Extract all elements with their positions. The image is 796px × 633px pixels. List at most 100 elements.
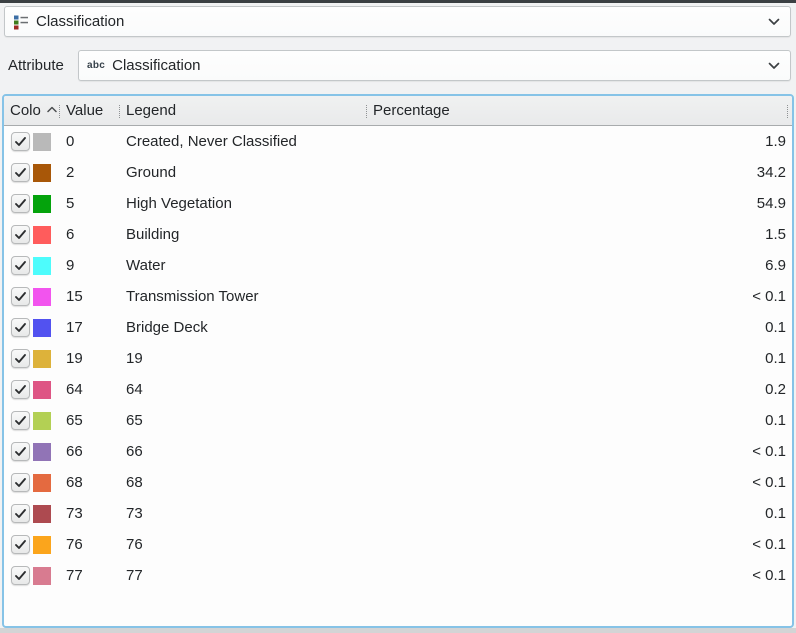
table-row[interactable]: 6 Building 1.5 <box>4 219 792 250</box>
checkmark-icon <box>14 136 27 147</box>
header-color[interactable]: Colo <box>10 96 41 125</box>
table-row[interactable]: 77 77 < 0.1 <box>4 560 792 591</box>
row-legend: Building <box>126 226 765 243</box>
row-legend: Bridge Deck <box>126 319 765 336</box>
row-percentage: < 0.1 <box>752 567 792 584</box>
header-value[interactable]: Value <box>66 96 103 125</box>
row-legend: 77 <box>126 567 752 584</box>
row-color-swatch[interactable] <box>33 288 51 306</box>
row-value: 76 <box>66 536 126 553</box>
table-row[interactable]: 0 Created, Never Classified 1.9 <box>4 126 792 157</box>
row-color-swatch[interactable] <box>33 567 51 585</box>
row-percentage: 0.2 <box>765 381 792 398</box>
row-color-swatch[interactable] <box>33 257 51 275</box>
row-visibility-checkbox[interactable] <box>11 566 30 585</box>
row-percentage: < 0.1 <box>752 474 792 491</box>
categorized-renderer-icon <box>13 14 29 30</box>
row-color-swatch[interactable] <box>33 350 51 368</box>
row-color-swatch[interactable] <box>33 381 51 399</box>
checkmark-icon <box>14 353 27 364</box>
checkmark-icon <box>14 446 27 457</box>
row-legend: 68 <box>126 474 752 491</box>
attribute-value: Classification <box>112 57 200 74</box>
table-row[interactable]: 65 65 0.1 <box>4 405 792 436</box>
panel-top-border <box>0 0 796 3</box>
row-legend: 73 <box>126 505 765 522</box>
row-visibility-checkbox[interactable] <box>11 473 30 492</box>
row-percentage: 0.1 <box>765 505 792 522</box>
header-separator <box>59 105 60 118</box>
row-percentage: 0.1 <box>765 412 792 429</box>
row-value: 9 <box>66 257 126 274</box>
row-legend: Transmission Tower <box>126 288 752 305</box>
row-color-swatch[interactable] <box>33 133 51 151</box>
row-legend: 64 <box>126 381 765 398</box>
row-value: 5 <box>66 195 126 212</box>
row-percentage: 34.2 <box>757 164 792 181</box>
row-color-swatch[interactable] <box>33 412 51 430</box>
row-visibility-checkbox[interactable] <box>11 504 30 523</box>
row-percentage: 0.1 <box>765 319 792 336</box>
table-row[interactable]: 5 High Vegetation 54.9 <box>4 188 792 219</box>
table-row[interactable]: 64 64 0.2 <box>4 374 792 405</box>
row-value: 17 <box>66 319 126 336</box>
attribute-dropdown[interactable]: abc Classification <box>78 50 791 81</box>
row-visibility-checkbox[interactable] <box>11 535 30 554</box>
row-visibility-checkbox[interactable] <box>11 194 30 213</box>
renderer-selector-dropdown[interactable]: Classification <box>4 6 791 37</box>
row-visibility-checkbox[interactable] <box>11 411 30 430</box>
checkmark-icon <box>14 229 27 240</box>
table-row[interactable]: 17 Bridge Deck 0.1 <box>4 312 792 343</box>
row-visibility-checkbox[interactable] <box>11 225 30 244</box>
row-visibility-checkbox[interactable] <box>11 349 30 368</box>
table-header: Colo Value Legend Percentage <box>4 96 792 126</box>
table-row[interactable]: 9 Water 6.9 <box>4 250 792 281</box>
row-value: 68 <box>66 474 126 491</box>
row-legend: Created, Never Classified <box>126 133 765 150</box>
table-row[interactable]: 76 76 < 0.1 <box>4 529 792 560</box>
row-color-swatch[interactable] <box>33 474 51 492</box>
text-field-type-icon: abc <box>87 60 105 71</box>
row-legend: Water <box>126 257 765 274</box>
table-row[interactable]: 73 73 0.1 <box>4 498 792 529</box>
row-value: 0 <box>66 133 126 150</box>
row-percentage: 6.9 <box>765 257 792 274</box>
checkmark-icon <box>14 384 27 395</box>
row-legend: 65 <box>126 412 765 429</box>
row-visibility-checkbox[interactable] <box>11 163 30 182</box>
row-value: 15 <box>66 288 126 305</box>
header-legend[interactable]: Legend <box>126 96 176 125</box>
table-row[interactable]: 68 68 < 0.1 <box>4 467 792 498</box>
checkmark-icon <box>14 539 27 550</box>
checkmark-icon <box>14 508 27 519</box>
row-legend: 76 <box>126 536 752 553</box>
row-value: 65 <box>66 412 126 429</box>
attribute-label: Attribute <box>8 50 64 81</box>
row-visibility-checkbox[interactable] <box>11 380 30 399</box>
row-color-swatch[interactable] <box>33 195 51 213</box>
header-percentage[interactable]: Percentage <box>373 96 450 125</box>
table-row[interactable]: 19 19 0.1 <box>4 343 792 374</box>
row-visibility-checkbox[interactable] <box>11 132 30 151</box>
row-visibility-checkbox[interactable] <box>11 287 30 306</box>
row-color-swatch[interactable] <box>33 164 51 182</box>
sort-ascending-icon <box>47 106 57 113</box>
panel-bottom-strip <box>0 628 796 633</box>
row-value: 77 <box>66 567 126 584</box>
row-color-swatch[interactable] <box>33 319 51 337</box>
row-visibility-checkbox[interactable] <box>11 256 30 275</box>
row-legend: 66 <box>126 443 752 460</box>
table-row[interactable]: 66 66 < 0.1 <box>4 436 792 467</box>
header-separator <box>787 105 788 118</box>
row-color-swatch[interactable] <box>33 505 51 523</box>
table-row[interactable]: 2 Ground 34.2 <box>4 157 792 188</box>
row-color-swatch[interactable] <box>33 536 51 554</box>
table-row[interactable]: 15 Transmission Tower < 0.1 <box>4 281 792 312</box>
row-value: 2 <box>66 164 126 181</box>
row-value: 73 <box>66 505 126 522</box>
row-visibility-checkbox[interactable] <box>11 442 30 461</box>
row-color-swatch[interactable] <box>33 443 51 461</box>
classification-table: Colo Value Legend Percentage 0 Created, … <box>2 94 794 628</box>
row-visibility-checkbox[interactable] <box>11 318 30 337</box>
row-color-swatch[interactable] <box>33 226 51 244</box>
